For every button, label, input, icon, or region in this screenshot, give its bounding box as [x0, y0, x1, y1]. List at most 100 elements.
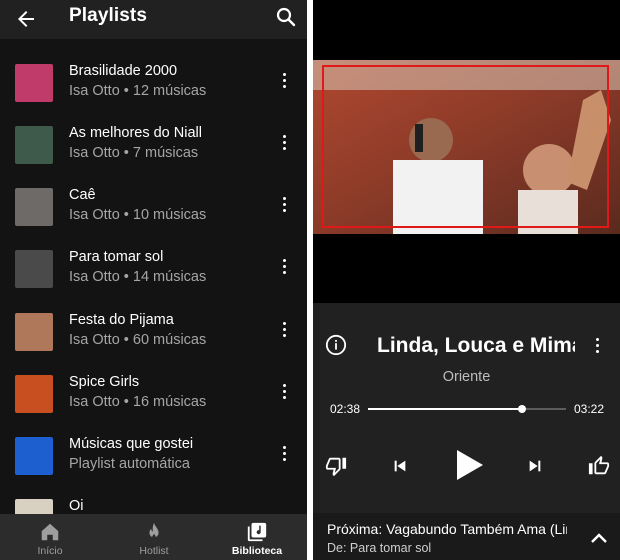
more-vert-icon: [283, 259, 286, 262]
playlist-menu-button[interactable]: [276, 440, 292, 468]
playlist-title: Spice Girls: [69, 374, 140, 390]
more-vert-icon: [283, 322, 286, 325]
player-panel: Linda, Louca e Mimada Oriente 02:38 03:2…: [313, 0, 620, 560]
playlist-title: As melhores do Niall: [69, 125, 202, 141]
info-icon: [325, 334, 347, 356]
playlist-subtitle: Isa Otto • 12 músicas: [69, 83, 207, 99]
playlist-row[interactable]: Para tomar sol Isa Otto • 14 músicas: [0, 249, 307, 311]
playlist-thumbnail: [15, 437, 53, 475]
expand-queue-button[interactable]: [590, 531, 608, 545]
nav-item-inicio[interactable]: Início: [10, 514, 90, 560]
playlist-subtitle: Playlist automática: [69, 456, 190, 472]
playlist-thumbnail: [15, 188, 53, 226]
play-icon: [457, 450, 483, 480]
more-vert-icon: [283, 390, 286, 393]
chevron-up-icon: [591, 533, 607, 543]
more-vert-icon: [283, 452, 286, 455]
seek-progress: [368, 408, 523, 410]
playlist-subtitle: Isa Otto • 16 músicas: [69, 394, 207, 410]
playlist-menu-button[interactable]: [276, 67, 292, 95]
playlist-row[interactable]: Músicas que gostei Playlist automática: [0, 436, 307, 498]
library-icon: [247, 522, 267, 542]
more-vert-icon: [283, 135, 286, 138]
more-vert-icon: [283, 334, 286, 337]
playlist-thumbnail: [15, 126, 53, 164]
more-vert-icon: [283, 271, 286, 274]
time-current: 02:38: [330, 402, 361, 416]
video-frame[interactable]: [313, 60, 620, 234]
more-options-button[interactable]: [589, 335, 605, 357]
top-app-bar: Playlists: [0, 0, 307, 39]
dislike-button[interactable]: [325, 455, 347, 477]
playlist-menu-button[interactable]: [276, 378, 292, 406]
playlist-row[interactable]: Festa do Pijama Isa Otto • 60 músicas: [0, 312, 307, 374]
time-total: 03:22: [574, 402, 605, 416]
highlight-box: [322, 65, 609, 228]
nav-label: Início: [37, 545, 63, 557]
playlist-menu-button[interactable]: [276, 191, 292, 219]
artist-name: Oriente: [442, 369, 491, 385]
library-panel: Playlists Brasilidade 2000 Isa Otto • 12 …: [0, 0, 307, 560]
more-vert-icon: [283, 85, 286, 88]
skip-previous-icon: [394, 460, 406, 472]
play-button[interactable]: [453, 448, 485, 482]
like-button[interactable]: [588, 455, 610, 477]
nav-label: Biblioteca: [231, 545, 283, 557]
more-vert-icon: [283, 209, 286, 212]
previous-button[interactable]: [392, 458, 408, 474]
playlist-subtitle: Isa Otto • 7 músicas: [69, 145, 199, 161]
playlist-menu-button[interactable]: [276, 129, 292, 157]
bottom-navigation: Início Hotlist Biblioteca: [0, 514, 307, 560]
more-vert-icon: [283, 73, 286, 76]
playlist-title: Festa do Pijama: [69, 312, 174, 328]
playlist-menu-button[interactable]: [276, 316, 292, 344]
more-vert-icon: [283, 396, 286, 399]
info-button[interactable]: [325, 334, 347, 356]
more-vert-icon: [283, 328, 286, 331]
skip-next-icon: [529, 460, 541, 472]
playlist-thumbnail: [15, 64, 53, 102]
nav-item-biblioteca[interactable]: Biblioteca: [217, 514, 297, 560]
up-next-source: De: Para tomar sol: [327, 541, 432, 555]
player-controls: Linda, Louca e Mimada Oriente 02:38 03:2…: [313, 303, 620, 513]
up-next-title: Próxima: Vagabundo Também Ama (Linda, Lo…: [327, 521, 567, 537]
more-vert-icon: [283, 197, 286, 200]
more-vert-icon: [283, 203, 286, 206]
playlist-row[interactable]: Spice Girls Isa Otto • 16 músicas: [0, 374, 307, 436]
search-button[interactable]: [274, 5, 298, 29]
up-next-bar[interactable]: Próxima: Vagabundo Também Ama (Linda, Lo…: [313, 513, 620, 560]
search-icon: [276, 7, 296, 27]
playlist-row[interactable]: As melhores do Niall Isa Otto • 7 músicas: [0, 125, 307, 187]
more-vert-icon: [283, 265, 286, 268]
playlist-title: Músicas que gostei: [69, 436, 194, 452]
back-button[interactable]: [14, 7, 38, 31]
more-vert-icon: [283, 458, 286, 461]
arrow-left-icon: [18, 11, 34, 27]
next-button[interactable]: [527, 458, 543, 474]
playlist-title: Para tomar sol: [69, 249, 164, 265]
playlist-thumbnail: [15, 375, 53, 413]
playlist-title: Caê: [69, 187, 96, 203]
more-vert-icon: [283, 384, 286, 387]
flame-icon: [149, 522, 159, 539]
more-vert-icon: [283, 446, 286, 449]
playlist-title: Oi: [69, 498, 84, 514]
playlist-menu-button[interactable]: [276, 253, 292, 281]
playlist-subtitle: Isa Otto • 10 músicas: [69, 207, 207, 223]
nav-item-hotlist[interactable]: Hotlist: [114, 514, 194, 560]
song-title: Linda, Louca e Mimada: [377, 334, 575, 357]
thumbs-down-icon: [325, 457, 347, 477]
seek-bar[interactable]: [368, 405, 566, 413]
page-title: Playlists: [69, 5, 148, 26]
playlist-row[interactable]: Brasilidade 2000 Isa Otto • 12 músicas: [0, 63, 307, 125]
playlist-subtitle: Isa Otto • 60 músicas: [69, 332, 207, 348]
more-vert-icon: [283, 141, 286, 144]
playlist-title: Brasilidade 2000: [69, 63, 178, 79]
playlist-thumbnail: [15, 250, 53, 288]
thumbs-up-icon: [588, 455, 610, 475]
home-icon: [41, 523, 59, 541]
nav-label: Hotlist: [139, 545, 169, 557]
seek-thumb[interactable]: [518, 405, 527, 413]
playlist-row[interactable]: Caê Isa Otto • 10 músicas: [0, 187, 307, 249]
more-vert-icon: [283, 147, 286, 150]
